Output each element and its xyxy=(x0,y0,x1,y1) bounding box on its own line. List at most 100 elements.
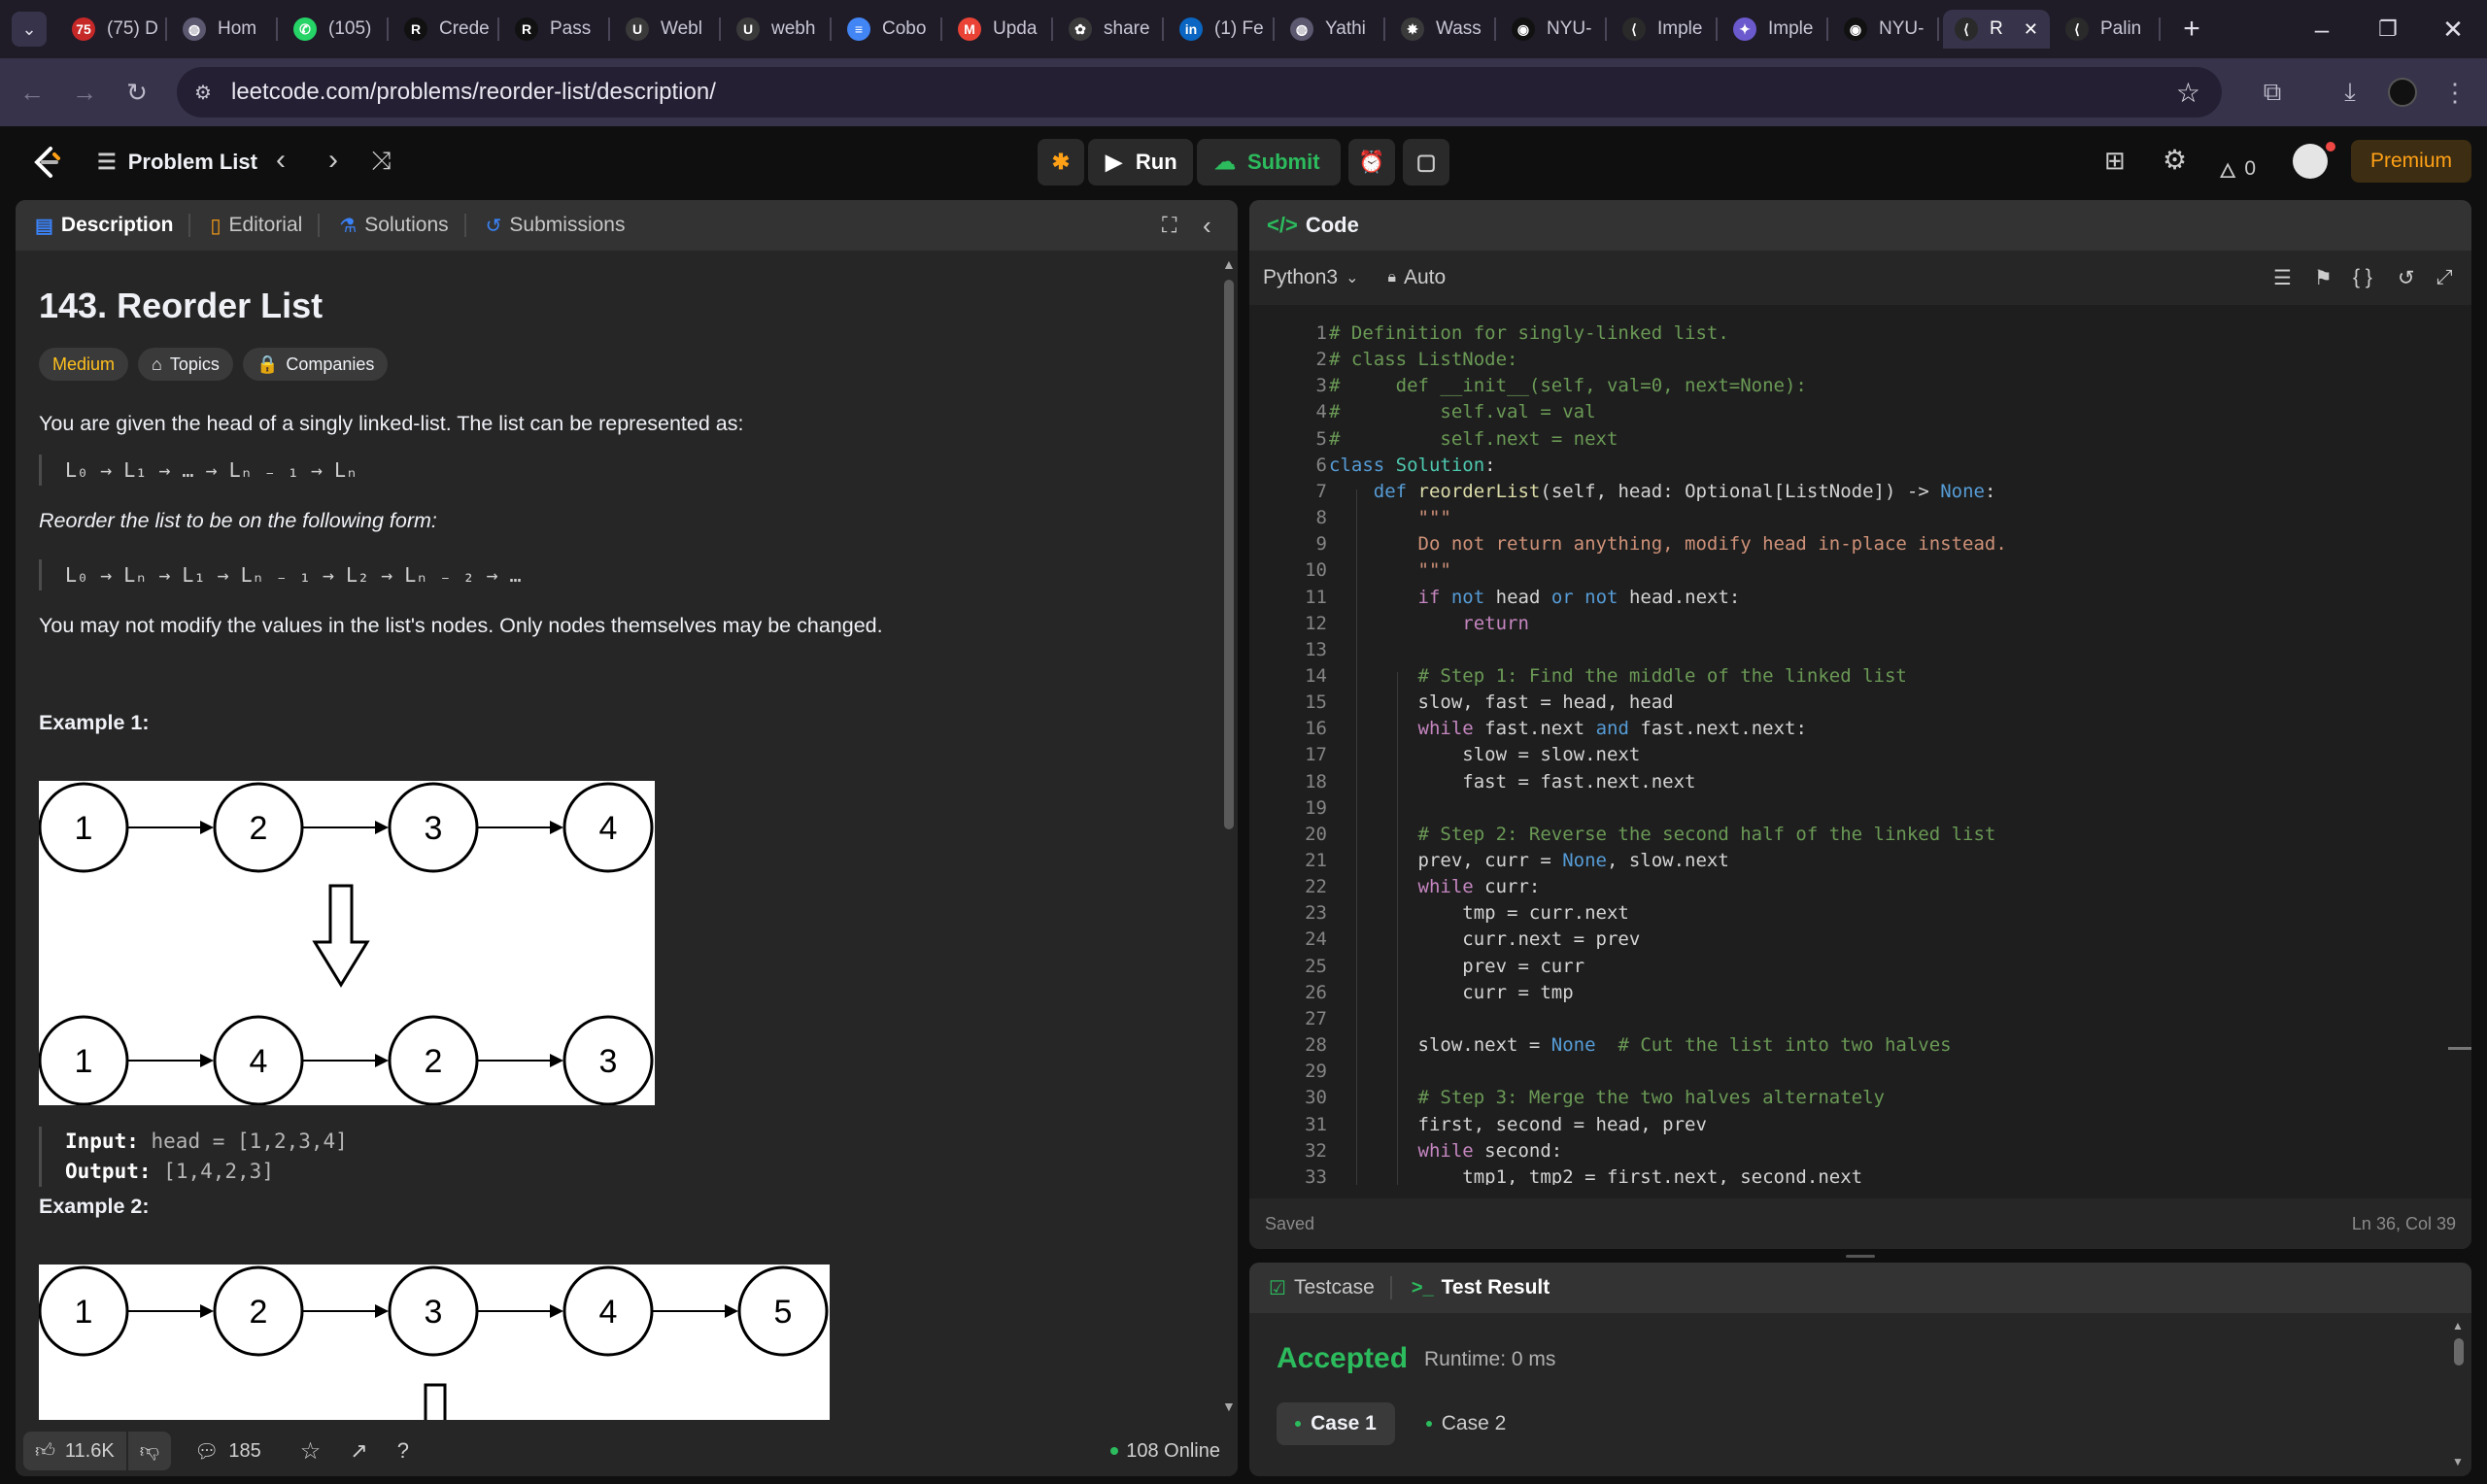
browser-tab[interactable]: in (1) Fe xyxy=(1168,10,1275,49)
browser-tab[interactable]: ◍ Hom xyxy=(171,10,278,49)
browser-tab[interactable]: ◉ NYU- xyxy=(1832,10,1939,49)
scroll-down-arrow[interactable]: ▼ xyxy=(2452,1455,2464,1468)
comments-button[interactable]: 💬︎ 185 xyxy=(194,1439,261,1464)
scroll-up-arrow[interactable]: ▲ xyxy=(1222,256,1236,272)
bookmark-icon[interactable]: ⚑ xyxy=(2314,266,2333,290)
code-line[interactable]: 3 # def __init__(self, val=0, next=None): xyxy=(1249,375,1807,401)
editor-scroll-marker[interactable] xyxy=(2448,1047,2471,1050)
code-line[interactable]: 25 prev = curr xyxy=(1249,956,1584,982)
code-line[interactable]: 9 Do not return anything, modify head in… xyxy=(1249,533,2007,559)
code-line[interactable]: 28 slow.next = None # Cut the list into … xyxy=(1249,1034,1952,1061)
format-icon[interactable]: ☰ xyxy=(2273,266,2292,290)
download-icon[interactable]: ⤓ xyxy=(2332,74,2368,111)
code-line[interactable]: 2 # class ListNode: xyxy=(1249,349,1518,375)
code-line[interactable]: 4 # self.val = val xyxy=(1249,401,1596,427)
url-field[interactable]: ⚙ leetcode.com/problems/reorder-list/des… xyxy=(177,67,2222,118)
code-line[interactable]: 26 curr = tmp xyxy=(1249,982,1574,1008)
dislike-button[interactable]: 👎︎ xyxy=(127,1432,171,1470)
help-icon[interactable]: ? xyxy=(397,1438,409,1464)
timer-button[interactable]: ⏰ xyxy=(1348,139,1395,186)
submit-button[interactable]: ☁ Submit xyxy=(1197,139,1341,186)
code-line[interactable]: 1 # Definition for singly-linked list. xyxy=(1249,322,1729,349)
code-line[interactable]: 29 xyxy=(1249,1061,1327,1087)
browser-tab[interactable]: ✆ (105) xyxy=(282,10,389,49)
scroll-thumb[interactable] xyxy=(2454,1338,2464,1366)
language-select[interactable]: Python3 ⌄ xyxy=(1263,266,1358,289)
expand-icon[interactable]: ⤢ xyxy=(2436,266,2453,289)
browser-tab[interactable]: 75 (75) D xyxy=(60,10,167,49)
shuffle-icon[interactable]: ⤨ xyxy=(371,146,392,177)
companies-tag[interactable]: 🔒 Companies xyxy=(242,348,389,381)
code-line[interactable]: 5 # self.next = next xyxy=(1249,428,1618,455)
browser-tab[interactable]: ◍ Yathi xyxy=(1278,10,1385,49)
code-line[interactable]: 30 # Step 3: Merge the two halves altern… xyxy=(1249,1087,1885,1113)
browser-tab[interactable]: ⟨ R ✕ xyxy=(1943,10,2050,49)
browser-menu-icon[interactable]: ⋮ xyxy=(2436,74,2473,111)
browser-tab[interactable]: ⟨ Imple xyxy=(1611,10,1718,49)
run-button[interactable]: ▶ Run xyxy=(1088,139,1193,186)
difficulty-badge[interactable]: Medium xyxy=(39,348,129,381)
panel-resize-handle[interactable] xyxy=(1846,1255,1875,1258)
tab-search-button[interactable]: ⌄ xyxy=(12,12,47,47)
code-line[interactable]: 31 first, second = head, prev xyxy=(1249,1114,1707,1140)
layout-icon[interactable]: ⊞ xyxy=(2104,146,2126,176)
case-2-tab[interactable]: Case 2 xyxy=(1407,1402,1525,1445)
code-line[interactable]: 19 xyxy=(1249,797,1327,824)
browser-tab[interactable]: U Webl xyxy=(614,10,721,49)
scroll-thumb[interactable] xyxy=(1224,280,1234,829)
scroll-up-arrow[interactable]: ▲ xyxy=(2452,1319,2464,1332)
braces-icon[interactable]: { } xyxy=(2353,266,2372,289)
premium-button[interactable]: Premium xyxy=(2351,140,2471,183)
browser-tab[interactable]: Uwebh xyxy=(725,10,832,49)
tab-description[interactable]: ▤ Description xyxy=(35,214,173,238)
notes-button[interactable]: ▢ xyxy=(1403,139,1449,186)
code-line[interactable]: 16 while fast.next and fast.next.next: xyxy=(1249,718,1807,744)
like-button[interactable]: 👍︎ 11.6K xyxy=(23,1432,126,1470)
code-line[interactable]: 23 tmp = curr.next xyxy=(1249,902,1629,928)
tab-editorial[interactable]: ▯ Editorial xyxy=(210,214,302,238)
code-line[interactable]: 6 class Solution: xyxy=(1249,455,1496,481)
code-line[interactable]: 27 xyxy=(1249,1008,1327,1034)
collapse-panel-icon[interactable]: ‹ xyxy=(1203,211,1211,241)
fullscreen-icon[interactable]: ⛶ xyxy=(1162,213,1176,238)
code-line[interactable]: 33 tmp1, tmp2 = first.next, second.next xyxy=(1249,1166,1862,1185)
bookmark-star-icon[interactable]: ☆ xyxy=(2176,77,2200,109)
close-tab-icon[interactable]: ✕ xyxy=(2024,19,2038,40)
browser-tab[interactable]: R Crede xyxy=(392,10,499,49)
settings-gear-icon[interactable]: ⚙ xyxy=(2163,144,2187,176)
browser-tab[interactable]: ◉ NYU- xyxy=(1500,10,1607,49)
scroll-down-arrow[interactable]: ▼ xyxy=(1222,1399,1236,1414)
case-1-tab[interactable]: Case 1 xyxy=(1277,1402,1395,1445)
reset-icon[interactable]: ↺ xyxy=(2398,266,2415,290)
code-line[interactable]: 8 """ xyxy=(1249,507,1451,533)
favorite-star-icon[interactable]: ☆ xyxy=(300,1437,322,1466)
streak-counter[interactable]: 🜂 0 xyxy=(2219,148,2256,189)
code-line[interactable]: 32 while second: xyxy=(1249,1140,1562,1166)
prev-problem-icon[interactable]: ‹ xyxy=(276,144,286,177)
code-line[interactable]: 22 while curr: xyxy=(1249,876,1540,902)
code-line[interactable]: 15 slow, fast = head, head xyxy=(1249,691,1674,718)
restore-button[interactable]: ❐ xyxy=(2368,10,2407,49)
browser-tab[interactable]: ✿ share xyxy=(1057,10,1164,49)
tab-solutions[interactable]: ⚗ Solutions xyxy=(339,214,448,238)
code-editor[interactable]: 1 # Definition for singly-linked list. 2 # … xyxy=(1249,305,2471,1185)
reload-icon[interactable]: ↻ xyxy=(119,74,155,111)
close-window-button[interactable]: ✕ xyxy=(2434,10,2472,49)
minimize-button[interactable]: – xyxy=(2302,10,2341,49)
leetcode-logo-icon[interactable] xyxy=(29,145,64,180)
forward-icon[interactable]: → xyxy=(66,74,103,111)
code-line[interactable]: 18 fast = fast.next.next xyxy=(1249,771,1695,797)
browser-tab[interactable]: ≡ Cobo xyxy=(835,10,942,49)
browser-tab[interactable]: ⟨ Palin xyxy=(2054,10,2161,49)
user-avatar[interactable] xyxy=(2293,144,2328,179)
auto-mode-toggle[interactable]: 🔒︎ Auto xyxy=(1387,266,1446,289)
browser-tab[interactable]: ✦ Imple xyxy=(1721,10,1828,49)
tab-testcase[interactable]: ☑ Testcase xyxy=(1269,1276,1375,1300)
description-scrollbar[interactable]: ▲ ▼ xyxy=(1220,251,1238,1426)
code-line[interactable]: 12 return xyxy=(1249,613,1529,639)
code-line[interactable]: 10 """ xyxy=(1249,559,1451,586)
code-line[interactable]: 21 prev, curr = None, slow.next xyxy=(1249,850,1729,876)
code-line[interactable]: 17 slow = slow.next xyxy=(1249,744,1640,770)
share-icon[interactable]: ↗ xyxy=(350,1438,367,1464)
code-line[interactable]: 13 xyxy=(1249,639,1327,665)
